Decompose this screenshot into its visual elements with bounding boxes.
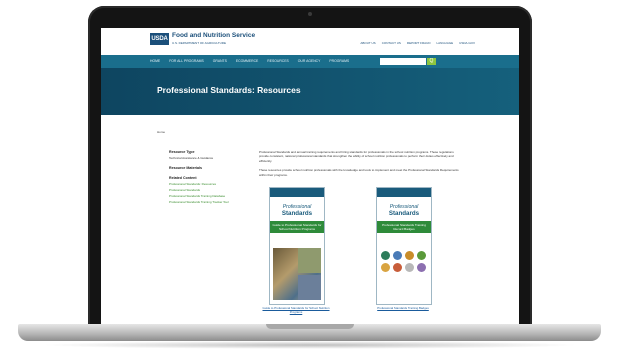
card-title-band: Guide to Professional Standards for Scho… (270, 221, 324, 233)
kitchen-photo (273, 248, 321, 300)
nav-item-our-agency[interactable]: OUR AGENCY (298, 59, 321, 63)
intro-paragraph: Professional Standards and annual traini… (259, 150, 454, 163)
util-link-language[interactable]: LANGUAGE (436, 41, 453, 45)
util-link-fraud[interactable]: REPORT FRAUD (407, 41, 431, 45)
badge-icon (381, 251, 390, 260)
nav-item-ecommerce[interactable]: ECOMMERCE (236, 59, 258, 63)
resource-materials-heading: Resource Materials (169, 166, 202, 170)
card-caption-guide[interactable]: Guide to Professional Standards for Scho… (261, 306, 331, 314)
related-link[interactable]: Professional Standards (169, 188, 239, 192)
resources-paragraph: These resources provide school nutrition… (259, 168, 459, 177)
badge-icon (405, 263, 414, 272)
usda-logo[interactable]: USDA (150, 33, 169, 45)
nav-item-programs[interactable]: PROGRAMS (329, 59, 349, 63)
card-brand-line2: Standards (388, 210, 420, 217)
agency-name: Food and Nutrition Service (172, 32, 256, 39)
card-caption-badges[interactable]: Professional Standards Training Badges (368, 306, 438, 310)
related-link[interactable]: Professional Standards Training Tracker … (169, 200, 239, 204)
badge-icon (393, 263, 402, 272)
related-link[interactable]: Professional Standards: Resources (169, 182, 239, 186)
search-input[interactable] (380, 58, 426, 65)
card-brand-line2: Standards (281, 210, 313, 217)
main-content: Professional Standards and annual traini… (259, 150, 464, 182)
breadcrumb[interactable]: Home (157, 130, 165, 134)
badge-icon (393, 251, 402, 260)
department-name: U.S. DEPARTMENT OF AGRICULTURE (172, 41, 226, 45)
badge-icon (417, 251, 426, 260)
nav-item-grants[interactable]: GRANTS (213, 59, 227, 63)
badge-icon (405, 251, 414, 260)
card-header-bar (377, 188, 431, 197)
nav-item-home[interactable]: HOME (150, 59, 160, 63)
resource-type-value[interactable]: Technical Assistance & Guidance (169, 156, 239, 160)
related-content-heading: Related Content (169, 176, 197, 180)
page-title: Professional Standards: Resources (157, 85, 301, 95)
resource-card-guide[interactable]: Professional Standards Guide to Professi… (269, 187, 325, 305)
resource-card-badges[interactable]: Professional Standards Professional Stan… (376, 187, 432, 305)
laptop-lid: USDA Food and Nutrition Service U.S. DEP… (88, 6, 532, 328)
badge-icon (381, 263, 390, 272)
utility-links: ABOUT US CONTACT US REPORT FRAUD LANGUAG… (360, 41, 475, 45)
webcam-icon (308, 12, 312, 16)
badge-icon (417, 263, 426, 272)
card-header-bar (270, 188, 324, 197)
laptop-shadow (40, 341, 580, 349)
badge-grid (381, 251, 427, 272)
util-link-contact[interactable]: CONTACT US (382, 41, 401, 45)
util-link-about[interactable]: ABOUT US (360, 41, 375, 45)
resource-type-heading: Resource Type (169, 150, 195, 154)
laptop-screen: USDA Food and Nutrition Service U.S. DEP… (101, 28, 519, 324)
nav-item-resources[interactable]: RESOURCES (267, 59, 288, 63)
laptop-opening-notch (266, 324, 354, 329)
sidebar: Resource Type Technical Assistance & Gui… (169, 150, 239, 206)
utility-bar: USDA Food and Nutrition Service U.S. DEP… (101, 28, 519, 55)
search-button[interactable]: Q (427, 58, 436, 65)
main-nav: HOME FOR ALL PROGRAMS GRANTS ECOMMERCE R… (101, 55, 519, 68)
util-link-usda[interactable]: USDA.GOV (459, 41, 475, 45)
card-title-band: Professional Standards Training Record B… (377, 221, 431, 233)
page-banner: Professional Standards: Resources (101, 68, 519, 115)
nav-item-all-programs[interactable]: FOR ALL PROGRAMS (169, 59, 204, 63)
related-link[interactable]: Professional Standards Training Database (169, 194, 239, 198)
